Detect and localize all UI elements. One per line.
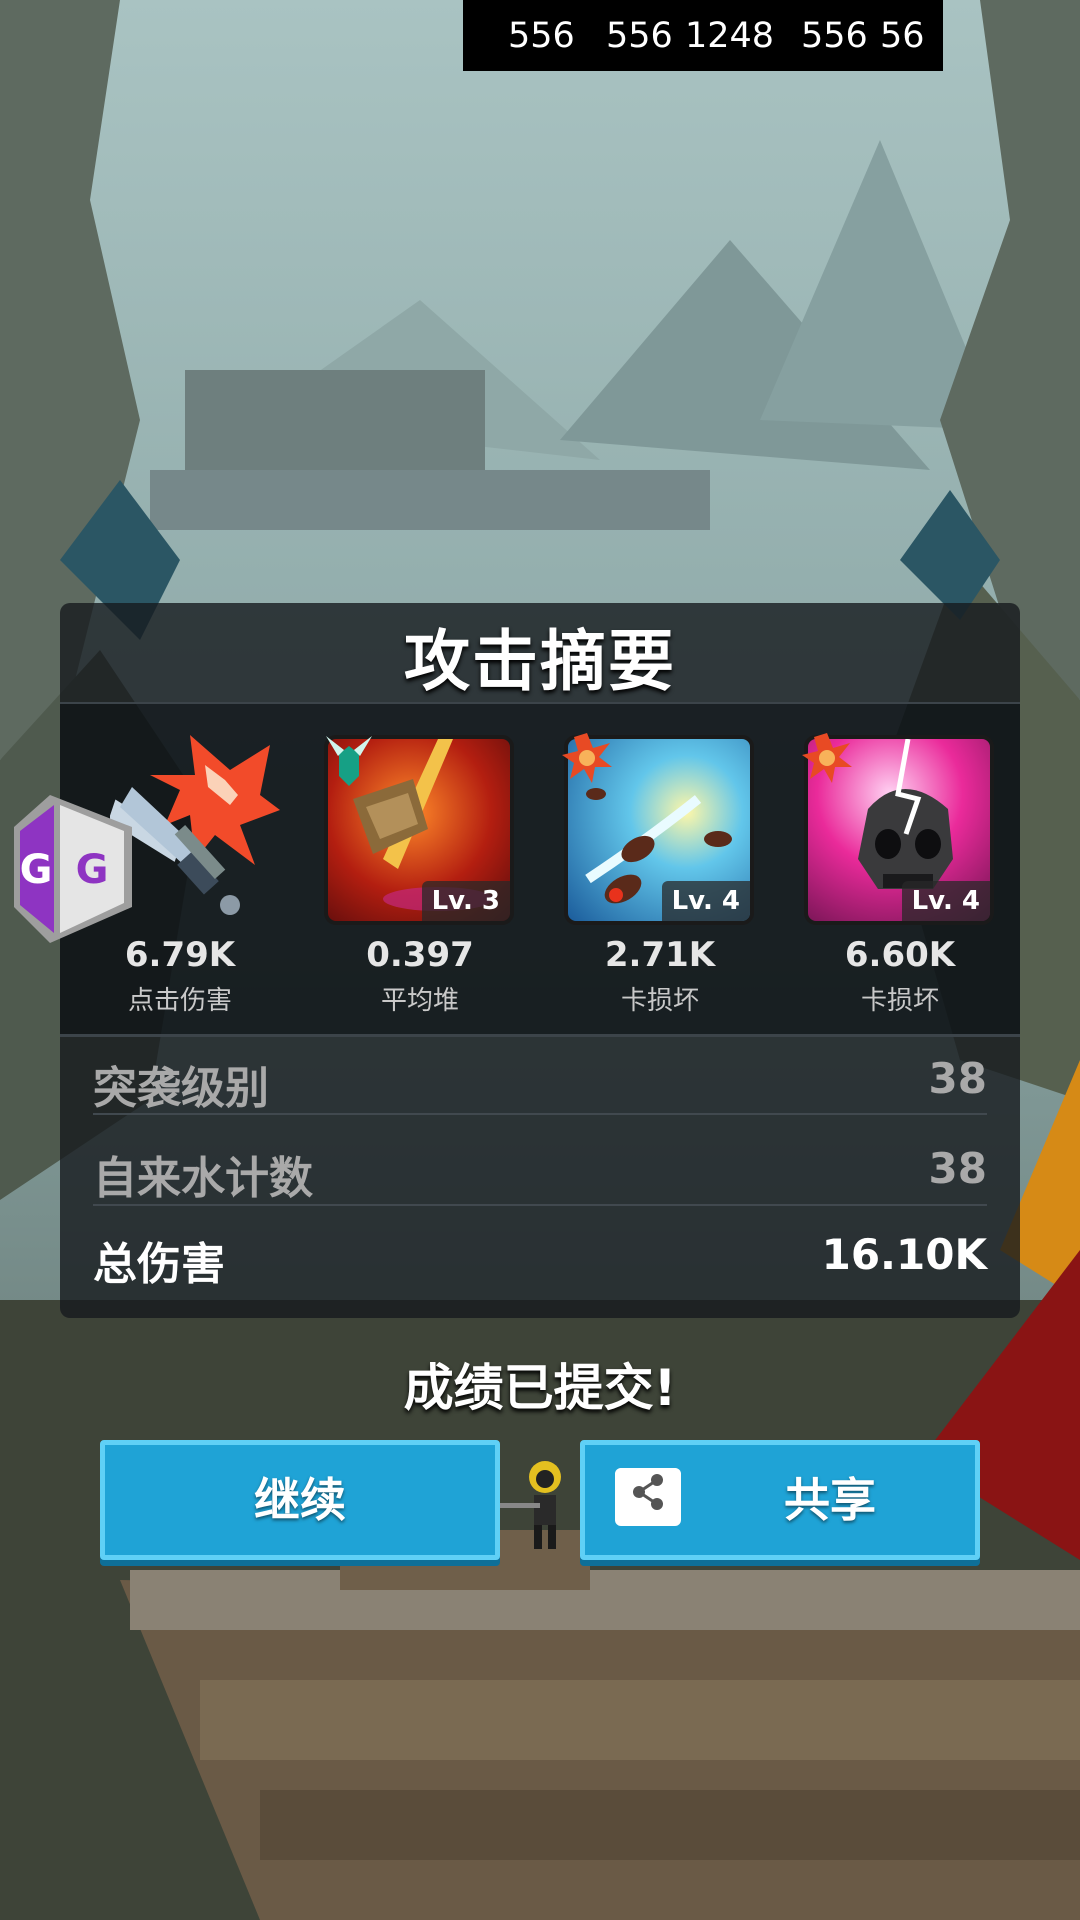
continue-button-label: 继续 (254, 1473, 346, 1527)
total-damage-label: 总伤害 (93, 1239, 225, 1290)
stat-label: 卡损坏 (860, 986, 939, 1016)
share-icon (615, 1468, 681, 1526)
hero-character (500, 1461, 561, 1549)
overlay-value: 1248 (685, 16, 775, 56)
wing-badge-icon (326, 736, 372, 786)
stat-label: 卡损坏 (620, 986, 699, 1016)
skill-level: Lv. 3 (421, 881, 510, 921)
tap-count-label: 自来水计数 (93, 1153, 313, 1204)
skill-level: Lv. 4 (901, 881, 990, 921)
raid-level-label: 突袭级别 (93, 1063, 269, 1114)
status-overlay-bar: 556 556 1248 556 56 (463, 0, 943, 71)
badge-letter: G (20, 847, 53, 893)
stat-value: 0.397 (366, 935, 474, 975)
tap-count-value: 38 (928, 1144, 987, 1193)
gg-overlay-badge[interactable]: G G (14, 795, 132, 943)
raid-level-value: 38 (928, 1054, 987, 1103)
stat-value: 6.79K (124, 935, 236, 975)
share-button-label: 共享 (784, 1473, 876, 1527)
share-button[interactable]: 共享 (580, 1440, 980, 1560)
overlay-value: 556 (606, 16, 673, 56)
burst-badge-icon (562, 733, 612, 783)
overlay-value: 556 (508, 16, 575, 56)
divider (93, 1204, 987, 1206)
continue-button[interactable]: 继续 (100, 1440, 500, 1560)
stat-label: 平均堆 (380, 986, 459, 1016)
burst-badge-icon (802, 733, 852, 783)
divider (93, 1113, 987, 1115)
sword-icon (110, 735, 280, 915)
stat-value: 2.71K (604, 935, 716, 975)
stat-value: 6.60K (844, 935, 956, 975)
total-damage-value: 16.10K (821, 1230, 987, 1279)
overlay-value: 56 (880, 16, 925, 56)
panel-title: 攻击摘要 (404, 623, 676, 700)
divider (60, 1034, 1020, 1037)
stat-label: 点击伤害 (127, 986, 232, 1016)
score-submitted-text: 成绩已提交! (403, 1359, 677, 1417)
skill-level: Lv. 4 (661, 881, 750, 921)
overlay-value: 556 (801, 16, 868, 56)
badge-letter: G (76, 847, 109, 893)
